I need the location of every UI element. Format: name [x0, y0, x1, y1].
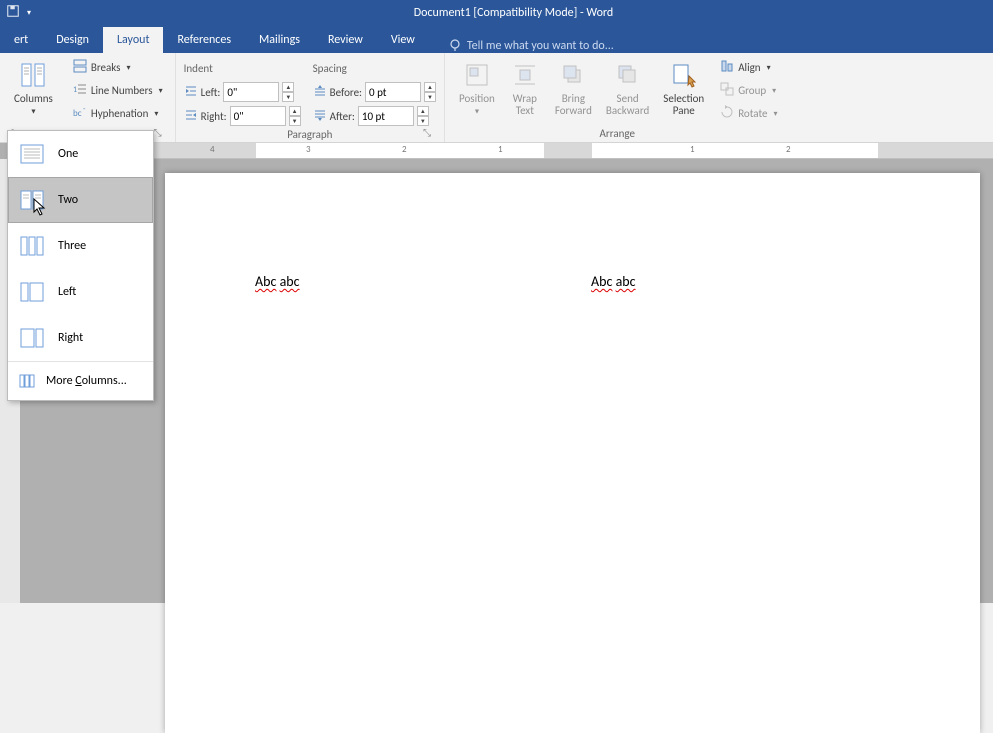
line-numbers-icon: 1 [73, 82, 87, 99]
column2-text: Abc abc [591, 273, 636, 290]
quick-access-toolbar: ▾ [0, 4, 34, 22]
rotate-button: Rotate▾ [716, 103, 781, 124]
indent-header: Indent [184, 62, 213, 75]
chevron-down-icon: ▼ [30, 106, 37, 115]
tab-mailings[interactable]: Mailings [245, 27, 314, 53]
rotate-label: Rotate [738, 107, 767, 120]
indent-left-spinner[interactable]: ▲▼ [282, 82, 294, 102]
spacing-after-input[interactable] [358, 106, 414, 126]
spacing-after-icon [313, 109, 327, 124]
position-icon [461, 59, 493, 91]
chevron-down-icon: ▾ [126, 63, 130, 73]
columns-right-label: Right [58, 331, 83, 345]
position-button: Position▼ [453, 57, 501, 119]
paragraph-group-label: Paragraph [287, 128, 332, 141]
columns-right-icon [18, 327, 46, 349]
tab-view[interactable]: View [377, 27, 429, 53]
align-label: Align [738, 61, 760, 74]
tab-references[interactable]: References [163, 27, 245, 53]
group-button: Group▾ [716, 80, 781, 101]
wrap-text-button: Wrap Text [503, 57, 547, 119]
columns-two-icon [18, 189, 46, 211]
hyphenation-icon: bc- [73, 105, 87, 122]
indent-right-label: Right: [201, 110, 227, 123]
qat-dropdown-icon[interactable]: ▾ [24, 8, 34, 18]
more-columns-option[interactable]: More Columns... [8, 362, 153, 400]
line-numbers-label: Line Numbers [91, 84, 153, 97]
align-icon [720, 59, 734, 76]
columns-label: Columns [14, 92, 53, 105]
tab-insert[interactable]: ert [0, 27, 42, 53]
columns-option-one[interactable]: One [8, 131, 153, 177]
indent-left-icon [184, 85, 198, 100]
columns-icon [17, 59, 49, 91]
chevron-down-icon: ▾ [159, 86, 163, 96]
arrange-group-label: Arrange [600, 127, 635, 140]
save-icon[interactable] [6, 4, 20, 22]
group-obj-label: Group [738, 84, 766, 97]
spacing-before-input[interactable] [365, 82, 421, 102]
columns-dropdown: One Two Three Left Right More Columns... [7, 130, 154, 401]
wrap-text-icon [509, 59, 541, 91]
tab-layout[interactable]: Layout [103, 27, 164, 53]
hyphenation-button[interactable]: bc- Hyphenation ▾ [69, 103, 167, 124]
columns-three-label: Three [58, 239, 86, 253]
tab-design[interactable]: Design [42, 27, 103, 53]
columns-one-icon [18, 143, 46, 165]
hyphenation-label: Hyphenation [91, 107, 149, 120]
breaks-button[interactable]: Breaks ▾ [69, 57, 167, 78]
tell-me-search[interactable]: Tell me what you want to do... [429, 39, 614, 53]
send-backward-button: Send Backward [600, 57, 655, 119]
breaks-label: Breaks [91, 61, 121, 74]
rotate-icon [720, 105, 734, 122]
more-columns-icon [18, 370, 36, 392]
chevron-down-icon: ▾ [154, 109, 158, 119]
svg-text:1: 1 [73, 85, 77, 95]
columns-left-icon [18, 281, 46, 303]
window-title: Document1 [Compatibility Mode] - Word [34, 6, 993, 20]
group-icon [720, 82, 734, 99]
spacing-before-spinner[interactable]: ▲▼ [424, 82, 436, 102]
tab-review[interactable]: Review [314, 27, 377, 53]
paragraph-dialog-launcher[interactable]: ⤡ [420, 126, 434, 140]
breaks-icon [73, 59, 87, 76]
columns-three-icon [18, 235, 46, 257]
columns-option-three[interactable]: Three [8, 223, 153, 269]
columns-button[interactable]: Columns▼ [8, 57, 59, 119]
columns-option-two[interactable]: Two [8, 177, 153, 223]
columns-one-label: One [58, 147, 78, 161]
columns-option-right[interactable]: Right [8, 315, 153, 361]
selection-pane-button[interactable]: Selection Pane [657, 57, 710, 119]
indent-right-spinner[interactable]: ▲▼ [289, 106, 301, 126]
columns-two-label: Two [58, 193, 78, 207]
lightbulb-icon [449, 39, 461, 53]
selection-pane-icon [668, 59, 700, 91]
document-page[interactable]: Abc abc Abc abc [165, 173, 980, 733]
send-backward-icon [612, 59, 644, 91]
align-button[interactable]: Align▾ [716, 57, 781, 78]
spacing-before-label: Before: [330, 86, 362, 99]
svg-text:bc: bc [73, 108, 82, 119]
column1-text: Abc abc [255, 273, 300, 290]
indent-right-icon [184, 109, 198, 124]
svg-text:-: - [83, 105, 86, 114]
indent-left-input[interactable] [223, 82, 279, 102]
indent-left-label: Left: [201, 86, 221, 99]
line-numbers-button[interactable]: 1 Line Numbers ▾ [69, 80, 167, 101]
tell-me-placeholder: Tell me what you want to do... [467, 39, 614, 53]
title-bar: ▾ Document1 [Compatibility Mode] - Word [0, 0, 993, 26]
spacing-after-spinner[interactable]: ▲▼ [417, 106, 429, 126]
ribbon-tabs: ert Design Layout References Mailings Re… [0, 26, 993, 53]
indent-right-input[interactable] [230, 106, 286, 126]
columns-option-left[interactable]: Left [8, 269, 153, 315]
horizontal-ruler[interactable]: 4 3 2 1 1 2 [20, 143, 993, 159]
spacing-before-icon [313, 85, 327, 100]
columns-left-label: Left [58, 285, 76, 299]
more-columns-label: More Columns... [46, 374, 127, 388]
bring-forward-icon [557, 59, 589, 91]
spacing-after-label: After: [330, 110, 355, 123]
bring-forward-button: Bring Forward [549, 57, 598, 119]
spacing-header: Spacing [313, 62, 347, 75]
